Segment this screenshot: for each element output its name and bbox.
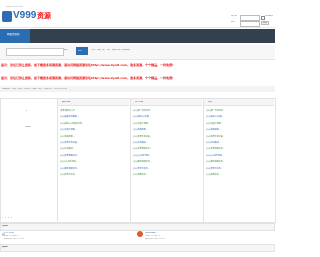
forum-icon [137,231,143,237]
search-button-label: 搜索 [78,50,83,52]
auto-login-label: 自动登录 [265,15,274,17]
notice-banner-line1[interactable]: 提示：论坛已停止更新，如下载更多资源资源，请访问网络资源论坛http://www… [1,63,274,67]
stats-count: 0 [26,110,28,112]
hot-threads-title: 热门主题 [135,101,144,103]
stats-percent: 100% [25,126,31,128]
breadcrumb[interactable]: 网络资源 › 论坛 › 资源 › 总论坛 › 本版 › 统计 › 浏览历史 › … [2,88,152,90]
nav-item-home[interactable] [0,29,30,43]
hot-search-item[interactable]: 百度 [97,49,101,51]
section-title[interactable]: 资源区 [2,246,8,248]
stats-panel [0,98,58,223]
section-header [0,223,275,231]
hot-search-item[interactable]: 所有资源 [122,49,130,51]
login-button[interactable]: 登录 [261,21,270,26]
thread-link[interactable]: [QQ]爱奇艺会员... [60,172,128,178]
hot-posts-header [204,99,274,106]
logo-suffix: 资源 [37,12,51,20]
search-type-select[interactable]: 帖子 [64,49,68,51]
search-input[interactable] [6,48,64,56]
forum-last-post[interactable]: 最后发表 2016-11-12 [145,238,165,240]
thread-link[interactable]: [QQ]优酷会员... [206,172,273,178]
password-label: 密码 [231,21,236,23]
latest-threads-list: [免费]我的QQ号 [QQ]超级会员教程... [QQ]彩虹QQ百度会员等... [Q… [60,108,128,178]
notice-banner-line2[interactable]: 提示：论坛已停止更新，如下载更多资源资源，请访问网络资源论坛http://www… [1,76,274,80]
hot-posts-title: 热帖 [208,101,213,103]
site-tag: www.v9999.com [6,6,23,8]
hot-search-item[interactable]: 视频 [112,49,116,51]
hot-search-item[interactable]: VIP [107,49,110,51]
logo-mark [2,11,12,22]
hot-posts-list: [QQ]第一时间活动... [QQ]彩虹QQ百度... [QQ]流量卡领取... [Q… [206,108,273,178]
main-nav [0,29,275,43]
username-label: 用户名 [231,15,238,17]
stats-page-link[interactable]: 4 [11,217,12,219]
stats-page-link[interactable]: 1 [2,217,3,219]
nav-item-label: 网络资源吧 [7,33,20,36]
hot-search-item[interactable]: QQ [102,49,105,51]
stats-page-link[interactable]: 2 [5,217,6,219]
hot-threads-list: [QQ]第一时间活动... [QQ]彩虹QQ百度... [QQ]流量卡领取... [Q… [133,108,201,178]
section-title[interactable]: 交流区 [2,225,8,227]
site-logo[interactable]: V999 资源 [2,10,52,23]
stats-page-link[interactable]: 3 [8,217,9,219]
search-button[interactable]: 搜索 [76,47,88,55]
logo-text: V999 [13,10,37,21]
password-input[interactable] [240,21,260,27]
forum-last-post[interactable]: 最后发表 2016-11-12 [4,238,24,240]
thread-link[interactable]: [QQ]优酷会员... [133,172,201,178]
hot-search-item[interactable]: 免费 [117,49,121,51]
hot-search-label: 热搜: [91,49,96,51]
latest-threads-title: 最新主题 [62,101,71,103]
section-header [0,244,275,252]
